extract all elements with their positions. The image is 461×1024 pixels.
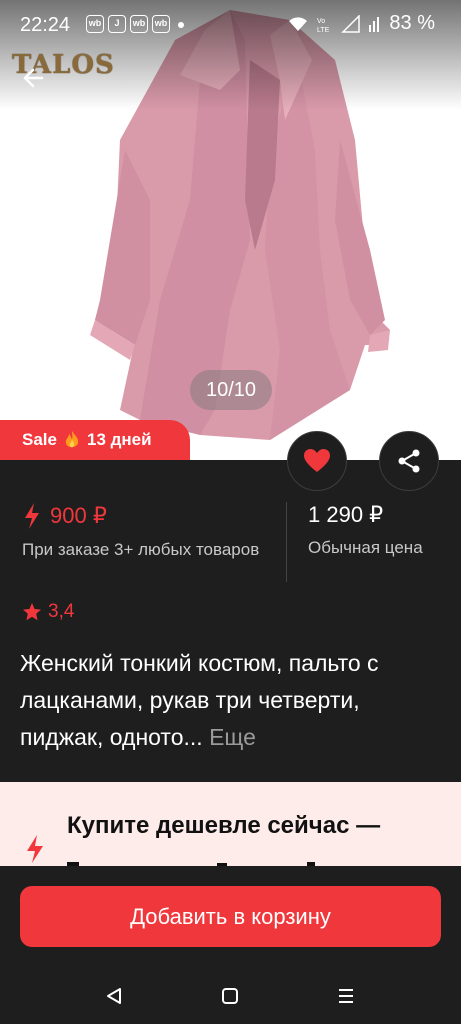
product-image-gallery[interactable]: 22:24 wb J wb wb Vo LTE 83 % TALOS 10/10 — [0, 0, 461, 460]
promo-price: 900 ₽ — [50, 503, 107, 528]
status-app-icons: wb J wb wb — [86, 15, 170, 33]
status-time: 22:24 — [20, 14, 71, 36]
menu-lines-icon — [339, 989, 353, 1003]
image-counter: 10/10 — [190, 370, 272, 410]
svg-text:Vo: Vo — [317, 18, 325, 25]
nav-back-button[interactable] — [100, 982, 128, 1010]
status-bar: 22:24 wb J wb wb Vo LTE 83 % — [0, 0, 461, 52]
promo-price-block: 900 ₽ При заказе 3+ любых товаров — [22, 502, 272, 562]
nav-recents-button[interactable] — [332, 982, 360, 1010]
promo-price-row: 900 ₽ — [22, 502, 272, 530]
back-arrow-icon[interactable] — [20, 62, 52, 94]
volte-icon: Vo LTE — [317, 18, 330, 34]
app-notification-icon: wb — [130, 15, 148, 33]
signal-icon-2 — [369, 16, 380, 32]
product-title: Женский тонкий костюм, пальто с лацканам… — [20, 645, 445, 756]
regular-price-label: Обычная цена — [308, 538, 423, 557]
heart-icon — [304, 449, 330, 472]
show-more-link[interactable]: Еще — [209, 724, 256, 750]
status-system-icons: Vo LTE 83 % — [287, 12, 435, 35]
regular-price: 1 290 ₽ — [308, 502, 384, 527]
notification-dot-icon — [178, 22, 184, 28]
system-navigation-bar — [0, 978, 461, 1014]
star-icon — [23, 603, 41, 621]
promo-price-note: При заказе 3+ любых товаров — [22, 540, 260, 559]
nav-home-button[interactable] — [216, 982, 244, 1010]
svg-text:LTE: LTE — [317, 27, 330, 34]
app-notification-icon: wb — [86, 15, 104, 33]
favorite-button[interactable] — [287, 431, 347, 491]
regular-price-block: 1 290 ₽ Обычная цена — [308, 502, 458, 558]
share-button[interactable] — [379, 431, 439, 491]
add-to-cart-button[interactable]: Добавить в корзину — [20, 886, 441, 947]
share-icon — [398, 449, 420, 473]
signal-icon — [341, 14, 361, 33]
lightning-icon — [27, 835, 43, 863]
price-divider — [286, 502, 287, 582]
square-home-icon — [222, 988, 238, 1004]
product-title-text: Женский тонкий костюм, пальто с лацканам… — [20, 650, 379, 750]
product-rating[interactable]: 3,4 — [22, 601, 74, 623]
sale-duration: 13 дней — [86, 430, 152, 449]
wifi-icon — [289, 16, 308, 31]
app-notification-icon: J — [108, 15, 126, 33]
sale-badge: Sale 13 дней — [0, 420, 190, 460]
promo-banner-text: Купите дешевле сейчас — — [67, 812, 381, 839]
lightning-icon — [25, 503, 39, 529]
bottom-bar: Добавить в корзину — [0, 866, 461, 1024]
app-notification-icon: wb — [152, 15, 170, 33]
fire-icon — [65, 431, 79, 448]
sale-label: Sale — [22, 430, 57, 449]
triangle-back-icon — [107, 988, 121, 1004]
battery-level: 83 % — [389, 12, 435, 34]
rating-value: 3,4 — [48, 601, 75, 622]
promo-banner[interactable]: Купите дешевле сейчас — — [0, 782, 461, 868]
